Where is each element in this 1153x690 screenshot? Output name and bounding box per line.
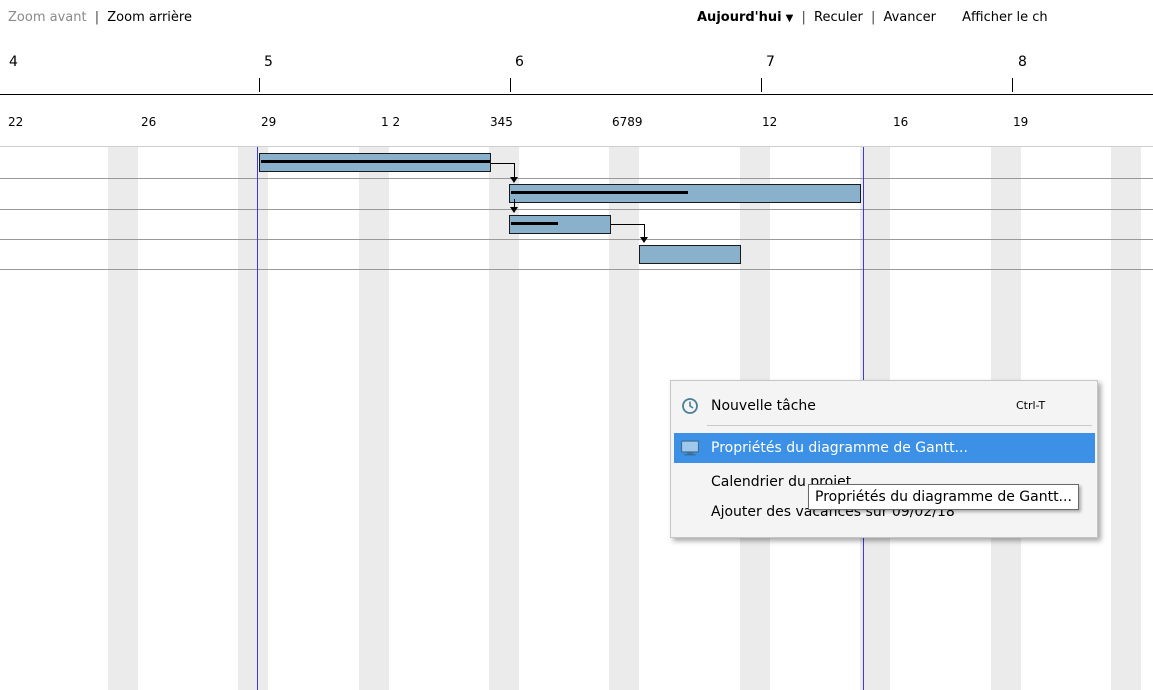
dependency-line [491, 163, 514, 164]
dependency-arrow-icon [640, 237, 648, 243]
week-tick [259, 78, 260, 92]
task-bar[interactable] [639, 245, 741, 264]
week-tick [510, 78, 511, 92]
dependency-line [611, 224, 644, 225]
separator: | [801, 10, 806, 25]
task-row-divider [0, 239, 1153, 240]
zoom-out-link[interactable]: Zoom arrière [107, 10, 192, 25]
task-row-divider [0, 178, 1153, 179]
task-progress [511, 191, 688, 194]
zoom-in-link[interactable]: Zoom avant [8, 10, 87, 25]
gantt-toolbar: Zoom avant | Zoom arrière Aujourd'hui ▼ |… [0, 0, 1153, 34]
menu-item-new-task[interactable]: Nouvelle tâche Ctrl-T [674, 391, 1095, 421]
show-critical-path-link[interactable]: Afficher le ch [962, 10, 1047, 25]
task-progress [261, 160, 490, 163]
weekend-column [609, 147, 639, 690]
separator: | [870, 10, 876, 25]
menu-item-label: Nouvelle tâche [711, 398, 816, 414]
separator: | [94, 10, 100, 25]
tooltip: Propriétés du diagramme de Gantt... [808, 484, 1079, 510]
week-tick [1012, 78, 1013, 92]
zoom-controls: Zoom avant | Zoom arrière [8, 10, 192, 25]
week-label: 8 [1018, 54, 1027, 70]
day-label: 16 [893, 115, 909, 129]
task-row-divider [0, 209, 1153, 210]
menu-item-label: Propriétés du diagramme de Gantt... [711, 440, 968, 456]
monitor-icon [680, 440, 700, 456]
menu-item-shortcut: Ctrl-T [1016, 399, 1046, 412]
task-progress [511, 222, 558, 225]
day-label: 22 [8, 115, 24, 129]
navigation-controls: Aujourd'hui ▼ | Reculer | Avancer Affiche… [697, 10, 1048, 25]
dropdown-arrow-icon: ▼ [785, 13, 794, 24]
project-start-line [257, 147, 258, 690]
today-dropdown[interactable]: Aujourd'hui ▼ [697, 10, 797, 25]
dependency-arrow-icon [510, 177, 518, 183]
context-menu: Nouvelle tâche Ctrl-T Propriétés du diag… [670, 380, 1098, 538]
back-link[interactable]: Reculer [814, 10, 863, 25]
week-label: 6 [515, 54, 524, 70]
menu-item-gantt-properties[interactable]: Propriétés du diagramme de Gantt... [674, 433, 1095, 463]
week-label: 5 [264, 54, 273, 70]
header-bottom-line [0, 146, 1153, 147]
dependency-arrow-icon [510, 207, 518, 213]
day-label: 1 2 [381, 115, 401, 129]
week-tick [761, 78, 762, 92]
week-label: 7 [766, 54, 775, 70]
weekend-column [108, 147, 138, 690]
task-row-divider [0, 269, 1153, 270]
clock-icon [682, 398, 698, 414]
weekend-column [238, 147, 268, 690]
weekend-column [1111, 147, 1141, 690]
week-label: 4 [9, 54, 18, 70]
day-label: 6789 [612, 115, 643, 129]
day-label: 29 [261, 115, 277, 129]
menu-separator [707, 425, 1092, 426]
day-label: 12 [762, 115, 778, 129]
forward-link[interactable]: Avancer [883, 10, 936, 25]
day-label: 19 [1013, 115, 1029, 129]
day-label: 345 [490, 115, 513, 129]
day-label: 26 [141, 115, 157, 129]
header-divider [0, 94, 1153, 95]
today-label: Aujourd'hui [697, 10, 782, 25]
weekend-column [359, 147, 389, 690]
